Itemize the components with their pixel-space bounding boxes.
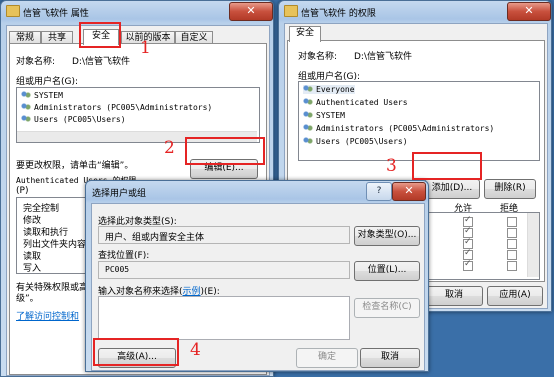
close-button[interactable]: ✕: [507, 2, 551, 21]
ok-button[interactable]: 确定: [296, 348, 358, 368]
locations-button[interactable]: 位置(L)...: [354, 261, 420, 281]
object-type-field: 用户、组或内置安全主体: [98, 226, 350, 244]
remove-button[interactable]: 删除(R): [484, 179, 536, 199]
window-title: 信管飞软件 的权限: [301, 9, 376, 19]
check-names-button[interactable]: 检查名称(C): [354, 298, 420, 318]
allow-checkbox[interactable]: [463, 259, 473, 271]
users-icon: [21, 91, 31, 99]
users-icon: [303, 85, 313, 93]
object-types-button[interactable]: 对象类型(O)...: [354, 226, 420, 246]
group-label: 组或用户名(G):: [16, 77, 79, 87]
location-field: PC005: [98, 261, 350, 279]
permission-item: 写入: [23, 264, 42, 274]
object-name-value: D:\信管飞软件: [72, 57, 130, 67]
highlight-advanced-button: [93, 338, 179, 366]
apply-button[interactable]: 应用(A): [487, 286, 543, 306]
folder-icon: [6, 5, 20, 17]
users-icon: [21, 115, 31, 123]
list-item[interactable]: SYSTEM: [303, 111, 345, 120]
deny-checkbox[interactable]: [507, 250, 517, 260]
users-icon: [303, 111, 313, 119]
list-item[interactable]: Administrators (PC005\Administrators): [303, 124, 494, 133]
location-value: PC005: [105, 265, 130, 274]
folder-icon: [284, 5, 298, 17]
list-item[interactable]: Authenticated Users: [303, 98, 408, 107]
tab-security[interactable]: 安全: [83, 29, 119, 45]
deny-checkbox[interactable]: [507, 228, 517, 238]
deny-checkbox[interactable]: [507, 239, 517, 249]
highlight-add-button: [412, 152, 482, 180]
list-item[interactable]: Users (PC005\Users): [21, 115, 126, 124]
help-button[interactable]: ?: [366, 182, 392, 201]
close-button[interactable]: ✕: [392, 182, 426, 201]
change-permissions-text: 要更改权限，请单击“编辑”。: [16, 161, 134, 171]
object-name-label: 对象名称:: [16, 57, 56, 67]
vertical-scrollbar[interactable]: [527, 213, 539, 277]
location-label: 查找位置(F):: [98, 251, 150, 261]
users-icon: [303, 137, 313, 145]
annotation-number-1: 1: [140, 38, 151, 58]
deny-checkbox[interactable]: [507, 261, 517, 271]
object-name-label: 对象名称:: [298, 52, 338, 62]
object-type-value: 用户、组或内置安全主体: [105, 233, 205, 243]
tab-strip: 常规 共享 安全 以前的版本 自定义: [9, 29, 265, 45]
learn-access-control-link[interactable]: 了解访问控制和: [16, 309, 79, 322]
list-item[interactable]: SYSTEM: [21, 91, 63, 100]
deny-checkbox[interactable]: [507, 217, 517, 227]
window-title: 信管飞软件 属性: [23, 9, 89, 19]
highlight-edit-button: [185, 137, 265, 165]
close-button[interactable]: ✕: [229, 2, 273, 21]
tab-security[interactable]: 安全: [289, 26, 321, 42]
tab-strip: 安全: [287, 26, 543, 42]
list-item[interactable]: Users (PC005\Users): [303, 137, 408, 146]
annotation-number-4: 4: [190, 340, 201, 360]
annotation-number-2: 2: [164, 138, 175, 158]
permissions-titlebar[interactable]: 信管飞软件 的权限 ✕: [279, 1, 551, 23]
users-icon: [303, 98, 313, 106]
dialog-titlebar[interactable]: 选择用户或组 ? ✕: [86, 181, 428, 203]
users-icon: [303, 124, 313, 132]
user-list[interactable]: SYSTEM Administrators (PC005\Administrat…: [16, 87, 260, 143]
properties-titlebar[interactable]: 信管飞软件 属性 ✕: [1, 1, 273, 23]
object-name-value: D:\信管飞软件: [354, 52, 412, 62]
annotation-number-3: 3: [386, 156, 397, 176]
add-button[interactable]: 添加(D)...: [424, 179, 480, 199]
cancel-button[interactable]: 取消: [425, 286, 483, 306]
special-permissions-text-2: 级”。: [16, 294, 39, 304]
permissions-sub: (P): [16, 186, 29, 196]
list-item[interactable]: Everyone: [303, 85, 355, 94]
users-icon: [21, 103, 31, 111]
cancel-button[interactable]: 取消: [360, 348, 420, 368]
user-list[interactable]: Everyone Authenticated Users SYSTEM Admi…: [298, 81, 540, 161]
list-item[interactable]: Administrators (PC005\Administrators): [21, 103, 212, 112]
dialog-title: 选择用户或组: [92, 189, 147, 199]
object-names-input[interactable]: [98, 296, 350, 340]
